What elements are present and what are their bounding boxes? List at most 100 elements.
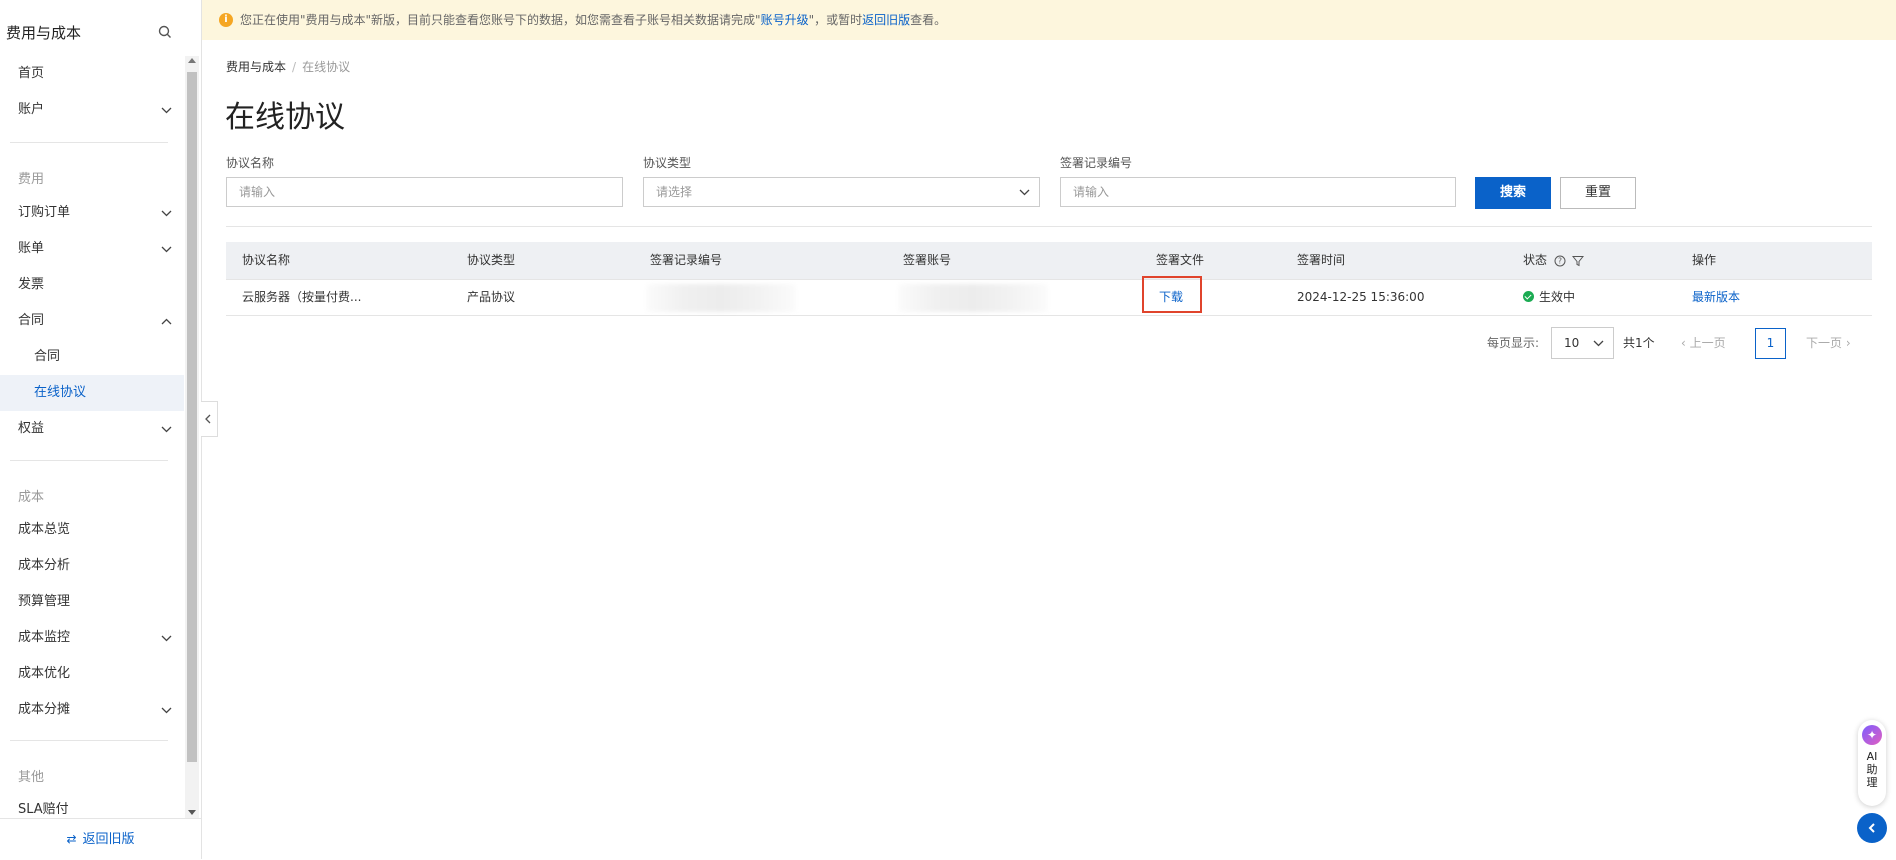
page-size-value: 10	[1564, 336, 1580, 350]
next-page-button[interactable]: 下一页 ›	[1806, 334, 1851, 351]
reset-button[interactable]: 重置	[1560, 177, 1636, 209]
sidebar-item-orders[interactable]: 订购订单	[0, 195, 184, 231]
page-size-label: 每页显示:	[1487, 336, 1540, 350]
sidebar-collapse-button[interactable]	[201, 401, 218, 437]
sidebar-item-cost-allocation[interactable]: 成本分摊	[0, 692, 184, 728]
record-number-label: 签署记录编号	[1060, 156, 1133, 170]
account-upgrade-link[interactable]: 账号升级	[761, 13, 809, 27]
sidebar-item-label: 账单	[18, 241, 45, 256]
column-header-action: 操作	[1692, 253, 1717, 267]
sidebar-item-sla[interactable]: SLA赔付	[0, 792, 184, 818]
sidebar-item-cost-optimize[interactable]: 成本优化	[0, 656, 184, 692]
return-old-version-link[interactable]: 返回旧版	[862, 13, 910, 27]
sidebar-item-contract[interactable]: 合同	[0, 339, 184, 375]
search-icon[interactable]	[157, 24, 173, 40]
cell-account-redacted	[898, 284, 1048, 312]
chevron-left-icon: ‹	[1681, 336, 1690, 350]
sidebar-item-label: 账户	[18, 102, 45, 117]
agreement-name-label: 协议名称	[226, 156, 275, 170]
sidebar-menu: 首页 账户 费用 订购订单 账单 发票 合同 合同 在线协议 权益 成本 成本总…	[0, 56, 184, 818]
sidebar-item-label: 成本监控	[18, 630, 71, 645]
chevron-up-icon	[161, 318, 172, 325]
cell-agreement-type: 产品协议	[467, 290, 516, 304]
sidebar-item-cost-monitor[interactable]: 成本监控	[0, 620, 184, 656]
agreement-type-select[interactable]: 请选择	[643, 177, 1040, 207]
sidebar-item-contract-group[interactable]: 合同	[0, 303, 184, 339]
chevron-down-icon	[1019, 189, 1030, 196]
record-number-input[interactable]	[1060, 177, 1456, 207]
column-header-status-label: 状态	[1523, 253, 1548, 267]
scrollbar-thumb[interactable]	[187, 72, 197, 762]
prev-page-label: 上一页	[1689, 336, 1726, 350]
chevron-down-icon	[161, 635, 172, 642]
ai-collapse-button[interactable]	[1857, 813, 1887, 843]
ai-assistant-label: AI 助 理	[1866, 750, 1878, 789]
column-header-name: 协议名称	[242, 253, 291, 267]
notice-banner: i 您正在使用"费用与成本"新版，目前只能查看您账号下的数据，如您需查看子账号相…	[202, 0, 1896, 40]
sidebar-item-online-agreement[interactable]: 在线协议	[0, 375, 184, 411]
sidebar-item-cost-analysis[interactable]: 成本分析	[0, 548, 184, 584]
sidebar-item-label: 合同	[18, 313, 45, 328]
agreement-type-label: 协议类型	[643, 156, 692, 170]
sidebar-item-benefits[interactable]: 权益	[0, 411, 184, 447]
latest-version-link[interactable]: 最新版本	[1692, 280, 1740, 315]
sidebar-item-label: 在线协议	[34, 385, 87, 400]
agreement-type-placeholder: 请选择	[656, 185, 693, 199]
sidebar-item-invoice[interactable]: 发票	[0, 267, 184, 303]
sidebar-item-label: 预算管理	[18, 594, 71, 609]
back-to-old-version-label: 返回旧版	[82, 832, 135, 847]
breadcrumb-root[interactable]: 费用与成本	[226, 60, 286, 74]
status-text: 生效中	[1539, 290, 1576, 304]
sidebar-title: 费用与成本	[6, 24, 82, 42]
sidebar-item-cost-overview[interactable]: 成本总览	[0, 512, 184, 548]
column-header-type: 协议类型	[467, 253, 516, 267]
sidebar-header: 费用与成本	[0, 0, 201, 62]
scroll-down-icon[interactable]	[188, 810, 196, 815]
column-header-account: 签署账号	[903, 253, 952, 267]
chevron-left-icon	[205, 414, 211, 424]
breadcrumb-current: 在线协议	[302, 60, 351, 74]
sidebar-item-label: 订购订单	[18, 205, 71, 220]
chevron-down-icon	[161, 246, 172, 253]
notice-prefix: 您正在使用"费用与成本"新版，目前只能查看您账号下的数据，如您需查看子账号相关数…	[240, 13, 761, 27]
sidebar-item-label: 成本分摊	[18, 702, 71, 717]
cell-status: 生效中	[1523, 280, 1575, 315]
highlight-box	[1142, 276, 1202, 313]
prev-page-button[interactable]: ‹ 上一页	[1681, 334, 1726, 351]
svg-text:?: ?	[1558, 256, 1562, 265]
sidebar-divider	[10, 142, 168, 143]
sidebar-item-label: 成本分析	[18, 558, 71, 573]
column-header-time: 签署时间	[1297, 253, 1346, 267]
search-button[interactable]: 搜索	[1475, 177, 1551, 209]
back-to-old-version-button[interactable]: ⇄ 返回旧版	[0, 818, 201, 859]
cell-sign-time: 2024-12-25 15:36:00	[1297, 290, 1425, 304]
sidebar-item-bills[interactable]: 账单	[0, 231, 184, 267]
ai-assistant-button[interactable]: ✦ AI 助 理	[1858, 720, 1886, 806]
sidebar-item-label: 成本优化	[18, 666, 71, 681]
sidebar-scrollbar[interactable]	[185, 56, 199, 818]
sidebar-item-budget[interactable]: 预算管理	[0, 584, 184, 620]
chevron-down-icon	[161, 426, 172, 433]
page-number-button[interactable]: 1	[1755, 328, 1786, 359]
sidebar-item-account[interactable]: 账户	[0, 92, 184, 128]
filter-icon[interactable]	[1571, 255, 1584, 267]
sidebar-divider	[10, 460, 168, 461]
cell-record-number-redacted	[646, 284, 796, 312]
sidebar-group-fees: 费用	[18, 172, 45, 187]
help-icon[interactable]: ?	[1554, 255, 1566, 267]
chevron-down-icon	[161, 210, 172, 217]
success-icon	[1523, 291, 1534, 302]
page-size-select[interactable]: 10	[1551, 327, 1614, 359]
notice-text: 您正在使用"费用与成本"新版，目前只能查看您账号下的数据，如您需查看子账号相关数…	[240, 0, 946, 40]
sidebar-item-label: 首页	[18, 66, 45, 81]
agreement-name-input[interactable]	[226, 177, 623, 207]
scroll-up-icon[interactable]	[188, 58, 196, 63]
sidebar-item-home[interactable]: 首页	[0, 56, 184, 92]
column-header-status: 状态 ?	[1523, 242, 1584, 279]
cell-agreement-name: 云服务器（按量付费...	[242, 290, 362, 304]
notice-middle: "，或暂时	[808, 13, 863, 27]
column-header-file: 签署文件	[1156, 253, 1205, 267]
sidebar-group-other: 其他	[18, 770, 45, 785]
sidebar-item-label: 合同	[34, 349, 61, 364]
sidebar-group-cost: 成本	[18, 490, 45, 505]
